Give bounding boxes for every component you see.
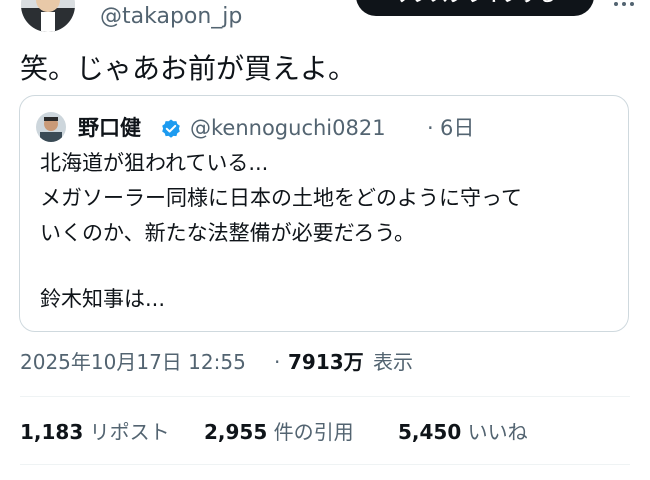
quote-text-line: メガソーラー同様に日本の土地をどのように守って bbox=[40, 186, 522, 210]
more-options-icon[interactable] bbox=[612, 0, 636, 16]
tweet-text: 笑。じゃあお前が買えよ。 bbox=[20, 52, 357, 85]
subscribe-button[interactable]: サブスクライブする bbox=[356, 0, 594, 16]
repost-count: 1,183 bbox=[20, 420, 84, 444]
view-count-label: 表示 bbox=[373, 350, 413, 374]
author-handle[interactable]: @takapon_jp bbox=[100, 0, 242, 34]
quote-text-line: いくのか、新たな法整備が必要だろう。 bbox=[40, 221, 416, 245]
quote-profile-photo bbox=[36, 112, 66, 142]
divider bbox=[20, 396, 630, 397]
repost-label: リポスト bbox=[89, 420, 170, 444]
quote-separator: · bbox=[427, 116, 434, 140]
tweet-datetime[interactable]: 2025年10月17日 12:55 bbox=[20, 348, 246, 376]
meta-separator: · bbox=[274, 350, 281, 374]
quote-author-handle[interactable]: @kennoguchi0821 bbox=[190, 114, 386, 142]
quote-author-avatar[interactable] bbox=[36, 112, 66, 142]
quoted-tweet-card[interactable]: 野口健 @kennoguchi0821 · 6日 北海道が狙われている... メ… bbox=[19, 95, 629, 332]
quote-timestamp[interactable]: 6日 bbox=[440, 114, 474, 142]
verified-badge-icon bbox=[160, 118, 182, 140]
quote-text-line: 北海道が狙われている... bbox=[40, 151, 269, 175]
quote-author-name[interactable]: 野口健 bbox=[78, 114, 141, 142]
quote-label: 件の引用 bbox=[273, 420, 354, 444]
like-count: 5,450 bbox=[398, 420, 462, 444]
profile-photo bbox=[21, 0, 75, 32]
like-stat[interactable]: 5,450 いいね bbox=[398, 418, 528, 446]
like-label: いいね bbox=[467, 420, 528, 444]
quote-count: 2,955 bbox=[204, 420, 268, 444]
author-avatar[interactable] bbox=[21, 0, 75, 32]
repost-stat[interactable]: 1,183 リポスト bbox=[20, 418, 170, 446]
view-count: 7913万 bbox=[288, 350, 364, 374]
quote-stat[interactable]: 2,955 件の引用 bbox=[204, 418, 354, 446]
divider bbox=[20, 464, 630, 465]
quote-text-line: 鈴木知事は... bbox=[40, 287, 166, 311]
